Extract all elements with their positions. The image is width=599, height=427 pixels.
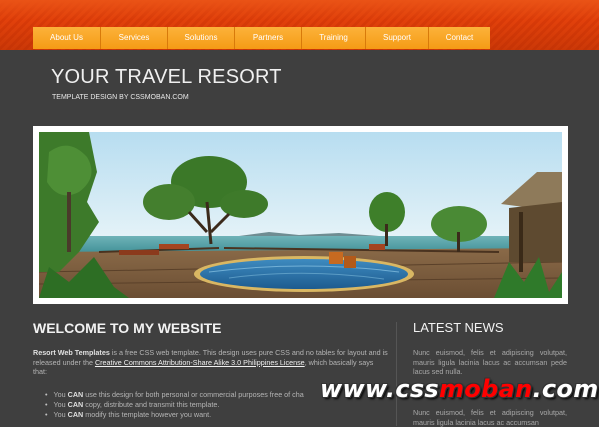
- site-title: YOUR TRAVEL RESORT: [51, 66, 282, 88]
- watermark-prefix: www.css: [320, 375, 439, 403]
- intro-paragraph: Resort Web Templates is a free CSS web t…: [33, 348, 388, 377]
- nav-partners[interactable]: Partners: [235, 27, 302, 49]
- watermark-mid: moban: [439, 375, 533, 403]
- bullet-pre: You: [53, 390, 68, 399]
- permissions-list: You CAN use this design for both persona…: [45, 390, 345, 420]
- list-item: You CAN modify this template however you…: [45, 410, 345, 420]
- cssmoban-watermark-logo: www.cssmoban.com: [320, 375, 599, 403]
- news-item: Nunc euismod, felis et adipiscing volutp…: [413, 408, 567, 427]
- site-subtitle: TEMPLATE DESIGN BY CSSMOBAN.COM: [52, 94, 189, 101]
- nav-services[interactable]: Services: [101, 27, 168, 49]
- hero-image-frame: [33, 126, 568, 304]
- bullet-strong: CAN: [67, 390, 84, 399]
- welcome-section: WELCOME TO MY WEBSITE: [33, 320, 388, 336]
- latest-news-heading: LATEST NEWS: [413, 320, 504, 335]
- bullet-post: copy, distribute and transmit this templ…: [83, 400, 220, 409]
- column-divider: [396, 322, 397, 426]
- intro-strong: Resort Web Templates: [33, 348, 110, 357]
- bullet-strong: CAN: [67, 400, 84, 409]
- nav-support[interactable]: Support: [366, 27, 429, 49]
- hero-image-resort-pool: [39, 132, 562, 298]
- bullet-strong: CAN: [67, 410, 84, 419]
- nav-training[interactable]: Training: [302, 27, 366, 49]
- bullet-pre: You: [53, 400, 68, 409]
- welcome-heading: WELCOME TO MY WEBSITE: [33, 320, 222, 336]
- nav-about-us[interactable]: About Us: [33, 27, 101, 49]
- news-item: Nunc euismod, felis et adipiscing volutp…: [413, 348, 567, 377]
- list-item: You CAN use this design for both persona…: [45, 390, 345, 400]
- bullet-post: modify this template however you want.: [83, 410, 212, 419]
- nav-solutions[interactable]: Solutions: [168, 27, 235, 49]
- list-item: You CAN copy, distribute and transmit th…: [45, 400, 345, 410]
- bullet-post: use this design for both personal or com…: [83, 390, 304, 399]
- main-nav: About Us Services Solutions Partners Tra…: [33, 27, 490, 49]
- nav-contact[interactable]: Contact: [429, 27, 490, 49]
- watermark-suffix: .com: [532, 375, 599, 403]
- bullet-pre: You: [53, 410, 68, 419]
- license-link[interactable]: Creative Commons Attribution-Share Alike…: [95, 358, 305, 367]
